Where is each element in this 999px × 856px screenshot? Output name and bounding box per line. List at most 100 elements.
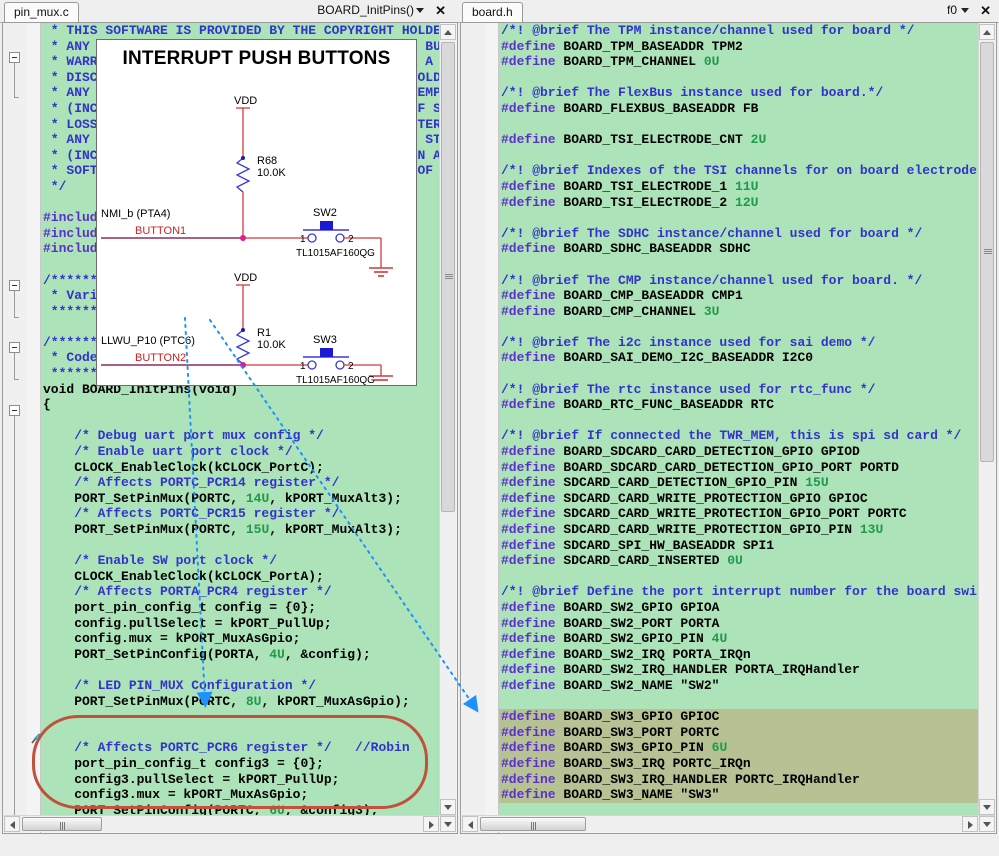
left-symbol-indicator[interactable]: BOARD_InitPins() — [317, 3, 414, 17]
right-fold-gutter[interactable] — [461, 23, 486, 833]
left-vertical-scrollbar[interactable] — [439, 24, 456, 815]
fold-toggle-icon[interactable] — [9, 52, 20, 63]
pin-right-1: 2 — [348, 234, 354, 245]
scroll-down-icon[interactable] — [440, 799, 456, 815]
scroll-menu-icon[interactable] — [440, 816, 456, 832]
right-vscroll-thumb[interactable] — [980, 42, 994, 462]
code-line: #define SDCARD_CARD_INSERTED 0U — [501, 553, 743, 569]
fold-foot — [14, 379, 19, 380]
left-fold-gutter[interactable] — [3, 23, 28, 833]
right-tab-group: board.h f0 ✕ — [458, 0, 999, 23]
code-line: config.pullSelect = kPORT_PullUp; — [43, 615, 332, 631]
left-vscroll-thumb[interactable] — [441, 42, 455, 512]
code-line: * THIS SOFTWARE IS PROVIDED BY THE COPYR… — [43, 23, 440, 38]
editor-tab-bar: pin_mux.c BOARD_InitPins() ✕ board.h f0 … — [0, 0, 999, 23]
code-line: #define BOARD_SDHC_BASEADDR SDHC — [501, 241, 751, 257]
left-symbol-label: BOARD_InitPins() — [317, 3, 414, 17]
code-line: #define SDCARD_CARD_DETECTION_GPIO_PIN 1… — [501, 475, 829, 491]
resistor-ref-2: R1 — [257, 327, 271, 339]
scroll-left-icon[interactable] — [462, 816, 478, 832]
fold-toggle-icon[interactable] — [9, 280, 20, 291]
right-horizontal-scrollbar[interactable] — [462, 815, 995, 832]
code-line: #define BOARD_SDCARD_CARD_DETECTION_GPIO… — [501, 459, 899, 475]
code-line: config.mux = kPORT_MuxAsGpio; — [43, 631, 301, 647]
scroll-menu-icon[interactable] — [979, 816, 995, 832]
code-line: CLOCK_EnableClock(kCLOCK_PortA); — [43, 568, 324, 584]
code-line: #define BOARD_SW2_IRQ_HANDLER PORTA_IRQH… — [501, 662, 860, 678]
scroll-down-icon[interactable] — [979, 799, 995, 815]
code-line: #define BOARD_SW3_GPIO_PIN 6U — [499, 740, 979, 756]
chevron-down-icon[interactable] — [412, 3, 428, 17]
right-marker-gutter[interactable] — [485, 23, 499, 833]
code-line: #define BOARD_RTC_FUNC_BASEADDR RTC — [501, 397, 775, 413]
right-vertical-scrollbar[interactable] — [978, 24, 995, 815]
code-line: #define BOARD_TPM_CHANNEL 0U — [501, 54, 720, 70]
left-tab-group: pin_mux.c BOARD_InitPins() ✕ — [0, 0, 458, 23]
tab-pin-mux-c[interactable]: pin_mux.c — [4, 2, 79, 23]
signal-label-2: BUTTON2 — [135, 352, 186, 364]
code-line: /* Enable SW port clock */ — [43, 553, 278, 569]
code-line: #define BOARD_SW2_NAME "SW2" — [501, 677, 720, 693]
code-line: PORT_SetPinMux(PORTC, 8U, kPORT_MuxAsGpi… — [43, 693, 410, 709]
left-horizontal-scrollbar[interactable] — [4, 815, 456, 832]
right-hscroll-thumb[interactable] — [480, 817, 586, 831]
scroll-up-icon[interactable] — [440, 24, 456, 40]
fold-toggle-icon[interactable] — [9, 405, 20, 416]
right-symbol-indicator[interactable]: f0 — [947, 3, 957, 17]
code-line: CLOCK_EnableClock(kCLOCK_PortC); — [43, 459, 324, 475]
fold-foot — [14, 97, 19, 98]
code-line: /* Affects PORTA_PCR4 register */ — [43, 584, 332, 600]
supply-label-2: VDD — [234, 272, 257, 284]
right-code-area[interactable]: /*! @brief The TPM instance/channel used… — [499, 23, 979, 816]
fold-foot — [14, 317, 19, 318]
code-line: PORT_SetPinConfig(PORTA, 4U, &config); — [43, 646, 371, 662]
code-line: /*! @brief The rtc instance used for rtc… — [501, 381, 876, 397]
schematic-overlay: INTERRUPT PUSH BUTTONS VDD R68 10.0K NMI… — [96, 39, 417, 386]
code-line: #define SDCARD_CARD_WRITE_PROTECTION_GPI… — [501, 506, 907, 522]
close-icon[interactable]: ✕ — [435, 3, 446, 19]
code-line: #define BOARD_SW2_PORT PORTA — [501, 615, 720, 631]
fold-line — [14, 63, 15, 97]
scroll-right-icon[interactable] — [962, 816, 978, 832]
code-line: #define BOARD_CMP_CHANNEL 3U — [501, 303, 720, 319]
code-line: /*! @brief If connected the TWR_MEM, thi… — [501, 428, 962, 444]
scroll-right-icon[interactable] — [423, 816, 439, 832]
code-line: #define BOARD_SW3_IRQ PORTC_IRQn — [499, 755, 979, 772]
code-line: /*! @brief The i2c instance used for sai… — [501, 334, 876, 350]
left-marker-gutter[interactable] — [27, 23, 43, 833]
schematic-drawing: VDD R68 10.0K NMI_b (PTA4) BUTTON1 SW2 1… — [101, 95, 393, 385]
pin-right-2: 2 — [348, 361, 354, 372]
tab-board-h[interactable]: board.h — [462, 2, 523, 23]
code-line: #define SDCARD_SPI_HW_BASEADDR SPI1 — [501, 537, 775, 553]
code-line: #define BOARD_TSI_ELECTRODE_1 11U — [501, 178, 759, 194]
code-line: PORT_SetPinMux(PORTC, 15U, kPORT_MuxAlt3… — [43, 522, 402, 537]
scroll-left-icon[interactable] — [4, 816, 20, 832]
right-editor-pane[interactable]: /*! @brief The TPM instance/channel used… — [460, 22, 997, 834]
code-line: #define BOARD_TSI_ELECTRODE_CNT 2U — [501, 132, 767, 148]
fold-line — [14, 291, 15, 317]
code-line: #define BOARD_SW2_GPIO_PIN 4U — [501, 631, 728, 647]
code-line: PORT_SetPinMux(PORTC, 14U, kPORT_MuxAlt3… — [43, 490, 402, 506]
signal-label-1: BUTTON1 — [135, 225, 186, 237]
code-line: /*! @brief Indexes of the TSI channels f… — [501, 163, 979, 179]
close-icon-right[interactable]: ✕ — [980, 3, 991, 19]
left-hscroll-thumb[interactable] — [22, 817, 102, 831]
net-label-1: NMI_b (PTA4) — [101, 208, 170, 220]
chevron-down-icon-right[interactable] — [957, 3, 973, 17]
code-line: #define SDCARD_CARD_WRITE_PROTECTION_GPI… — [501, 490, 868, 506]
fold-line — [14, 353, 15, 379]
code-line: /* Debug uart port mux config */ — [43, 428, 324, 444]
scroll-up-icon[interactable] — [979, 24, 995, 40]
switch-ref-1: SW2 — [313, 207, 337, 219]
code-line: #define SDCARD_CARD_WRITE_PROTECTION_GPI… — [501, 522, 884, 537]
supply-label-1: VDD — [234, 95, 257, 107]
code-line: #define BOARD_SW2_GPIO GPIOA — [501, 599, 720, 615]
code-line: { — [43, 397, 51, 413]
fold-toggle-icon[interactable] — [9, 342, 20, 353]
